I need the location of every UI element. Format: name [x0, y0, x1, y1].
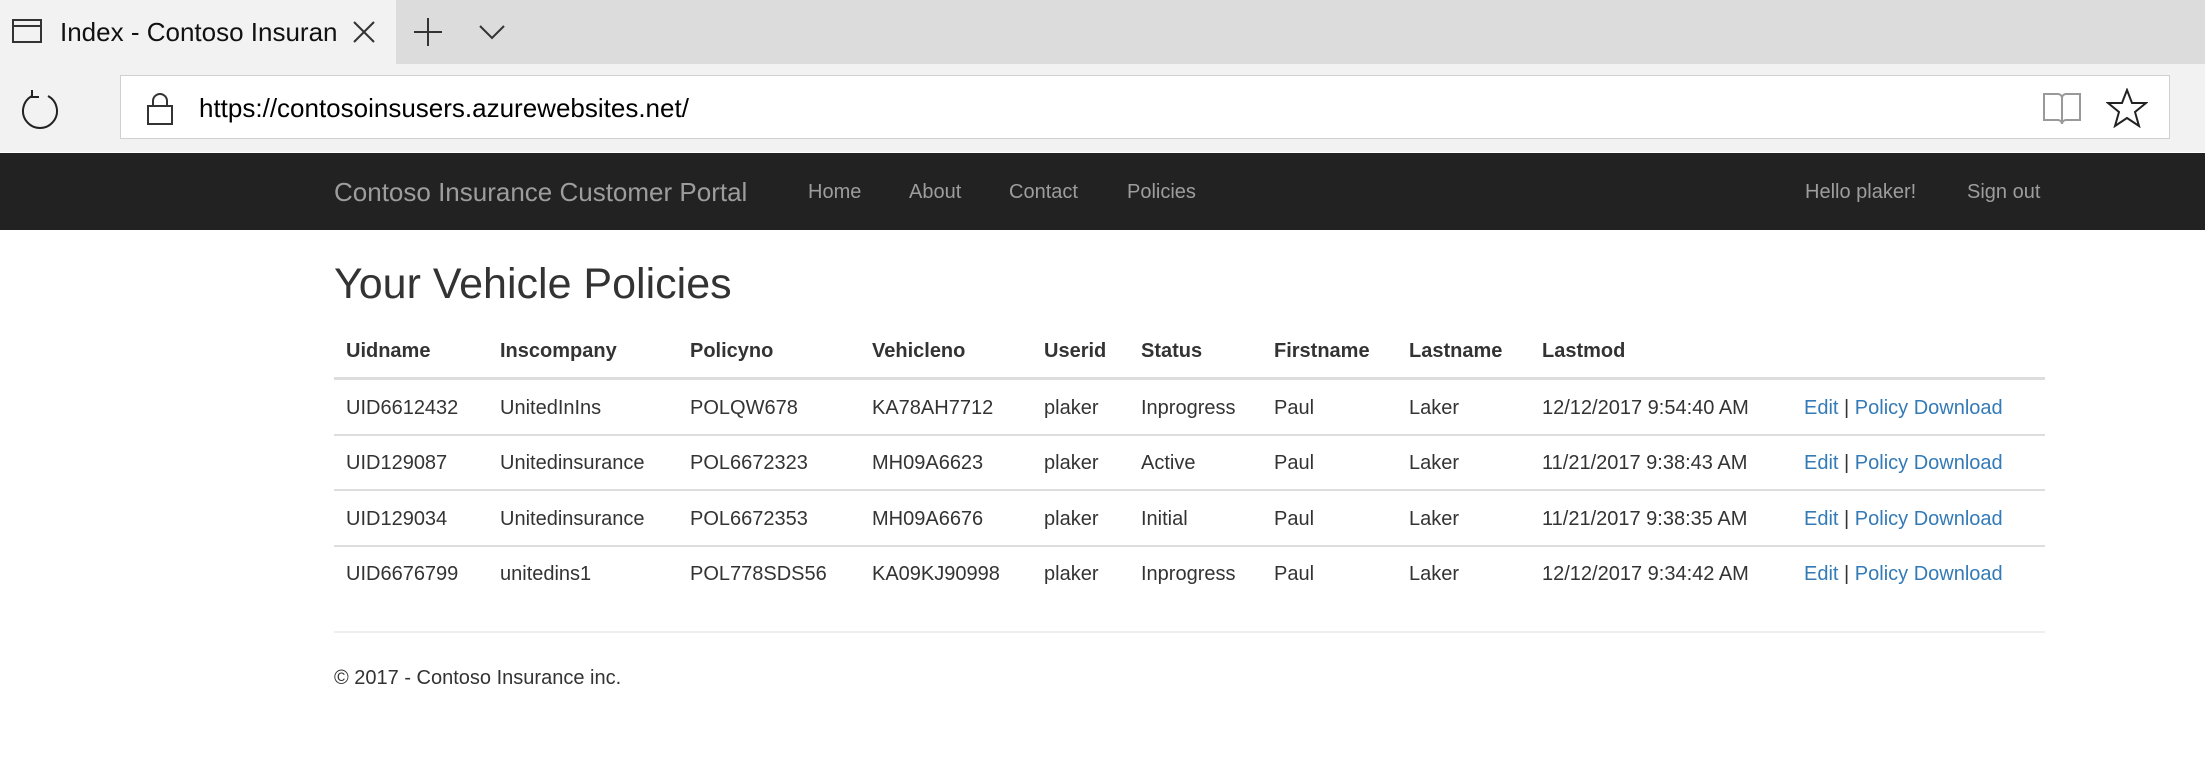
policy-download-link[interactable]: Policy Download: [1855, 397, 2003, 419]
cell-policyno: POL6672323: [690, 452, 808, 474]
row-divider: [334, 434, 2045, 436]
table-header-divider: [334, 377, 2045, 380]
cell-firstname: Paul: [1274, 508, 1315, 530]
edit-link[interactable]: Edit: [1804, 397, 1838, 419]
tab-title: Index - Contoso Insurance Customer Porta…: [60, 17, 336, 47]
user-greeting[interactable]: Hello plaker!: [1805, 180, 1916, 204]
cell-lastname: Laker: [1409, 452, 1460, 474]
edit-link[interactable]: Edit: [1804, 508, 1838, 530]
cell-firstname: Paul: [1274, 452, 1315, 474]
cell-userid: plaker: [1044, 563, 1099, 585]
row-divider: [334, 489, 2045, 491]
cell-inscompany: unitedins1: [500, 563, 592, 585]
row-actions: Edit | Policy Download: [1804, 396, 2003, 420]
cell-vehicleno: MH09A6623: [872, 452, 984, 474]
cell-inscompany: Unitedinsurance: [500, 508, 645, 530]
policy-download-link[interactable]: Policy Download: [1855, 563, 2003, 585]
nav-policies[interactable]: Policies: [1127, 180, 1196, 204]
cell-firstname: Paul: [1274, 397, 1315, 419]
policy-download-link[interactable]: Policy Download: [1855, 452, 2003, 474]
cell-inscompany: Unitedinsurance: [500, 452, 645, 474]
cell-uidname: UID6612432: [346, 397, 459, 419]
cell-uidname: UID129087: [346, 452, 448, 474]
plus-icon[interactable]: [412, 16, 444, 48]
nav-contact[interactable]: Contact: [1009, 180, 1078, 204]
cell-status: Active: [1141, 452, 1196, 474]
cell-userid: plaker: [1044, 452, 1099, 474]
row-divider: [334, 545, 2045, 547]
row-actions: Edit | Policy Download: [1804, 451, 2003, 475]
chevron-down-icon[interactable]: [476, 20, 508, 44]
page-title: Your Vehicle Policies: [334, 260, 732, 308]
cell-uidname: UID129034: [346, 508, 448, 530]
column-header-uidname: Uidname: [346, 340, 431, 362]
reading-view-icon[interactable]: [2040, 90, 2084, 126]
action-separator: |: [1844, 563, 1850, 585]
cell-inscompany: UnitedInIns: [500, 397, 602, 419]
browser-tab[interactable]: Index - Contoso Insurance Customer Porta…: [0, 0, 396, 64]
policy-download-link[interactable]: Policy Download: [1855, 508, 2003, 530]
cell-firstname: Paul: [1274, 563, 1315, 585]
column-header-policyno: Policyno: [690, 340, 774, 362]
edit-link[interactable]: Edit: [1804, 452, 1838, 474]
column-header-lastmod: Lastmod: [1542, 340, 1626, 362]
cell-userid: plaker: [1044, 397, 1099, 419]
brand-link[interactable]: Contoso Insurance Customer Portal: [334, 176, 747, 208]
cell-lastmod: 12/12/2017 9:54:40 AM: [1542, 397, 1749, 419]
cell-policyno: POL6672353: [690, 508, 808, 530]
row-actions: Edit | Policy Download: [1804, 507, 2003, 531]
nav-home[interactable]: Home: [808, 180, 861, 204]
cell-userid: plaker: [1044, 508, 1099, 530]
nav-about[interactable]: About: [909, 180, 961, 204]
cell-vehicleno: KA78AH7712: [872, 397, 994, 419]
cell-lastname: Laker: [1409, 563, 1460, 585]
refresh-icon[interactable]: [18, 88, 62, 132]
cell-lastmod: 12/12/2017 9:34:42 AM: [1542, 563, 1749, 585]
cell-uidname: UID6676799: [346, 563, 459, 585]
cell-vehicleno: KA09KJ90998: [872, 563, 1000, 585]
cell-lastname: Laker: [1409, 397, 1460, 419]
cell-lastname: Laker: [1409, 508, 1460, 530]
url-text[interactable]: https://contosoinsusers.azurewebsites.ne…: [199, 92, 689, 124]
cell-policyno: POL778SDS56: [690, 563, 827, 585]
column-header-userid: Userid: [1044, 340, 1107, 362]
close-icon[interactable]: [350, 18, 378, 46]
cell-status: Inprogress: [1141, 397, 1236, 419]
action-separator: |: [1844, 452, 1850, 474]
row-actions: Edit | Policy Download: [1804, 562, 2003, 586]
column-header-vehicleno: Vehicleno: [872, 340, 966, 362]
cell-policyno: POLQW678: [690, 397, 798, 419]
footer-divider: [334, 631, 2045, 633]
page-icon: [12, 19, 42, 43]
column-header-inscompany: Inscompany: [500, 340, 617, 362]
sign-out-link[interactable]: Sign out: [1967, 180, 2040, 204]
edit-link[interactable]: Edit: [1804, 563, 1838, 585]
column-header-status: Status: [1141, 340, 1203, 362]
cell-lastmod: 11/21/2017 9:38:35 AM: [1542, 508, 1748, 530]
action-separator: |: [1844, 508, 1850, 530]
cell-lastmod: 11/21/2017 9:38:43 AM: [1542, 452, 1748, 474]
star-icon[interactable]: [2106, 88, 2148, 128]
lock-icon: [147, 93, 173, 125]
cell-status: Initial: [1141, 508, 1188, 530]
column-header-lastname: Lastname: [1409, 340, 1503, 362]
column-header-firstname: Firstname: [1274, 340, 1370, 362]
action-separator: |: [1844, 397, 1850, 419]
footer-text: © 2017 - Contoso Insurance inc.: [334, 667, 622, 689]
cell-vehicleno: MH09A6676: [872, 508, 984, 530]
cell-status: Inprogress: [1141, 563, 1236, 585]
